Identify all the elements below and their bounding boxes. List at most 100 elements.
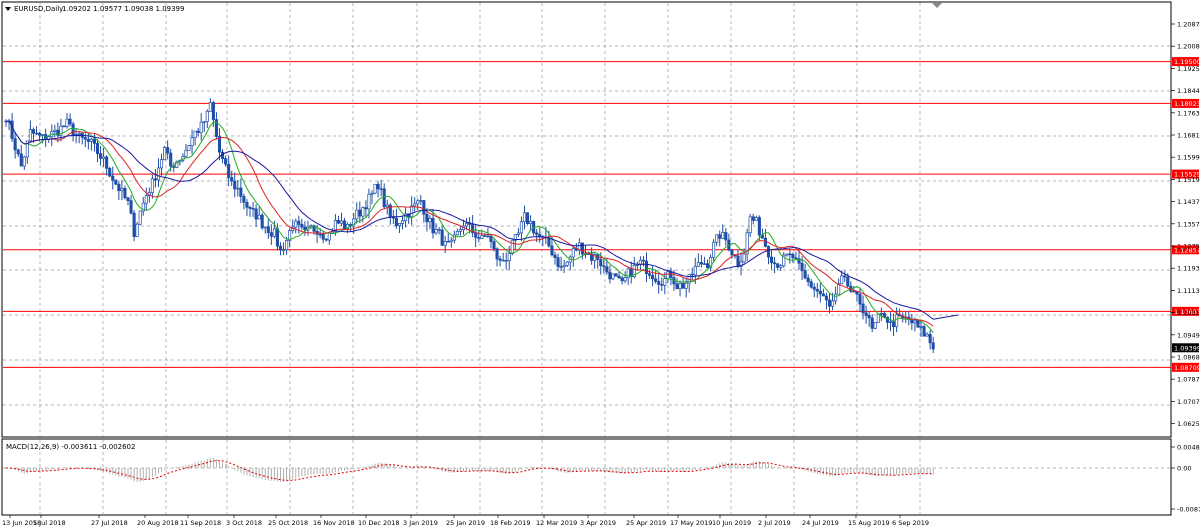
time-tick-label: 3 Jan 2019: [403, 519, 438, 527]
candle-body: [373, 183, 377, 194]
candle-body: [794, 257, 798, 260]
price-tick-label: 1.07070: [1177, 398, 1200, 406]
candle-body: [559, 266, 563, 268]
candle-body: [525, 212, 530, 225]
candle-body: [748, 216, 752, 234]
candle-body: [821, 293, 825, 297]
time-tick-label: 25 Apr 2019: [626, 519, 666, 527]
candle-body: [785, 253, 789, 256]
candle-body: [550, 245, 554, 256]
price-tick-label: 1.11930: [1177, 265, 1200, 273]
price-tick-label: 1.07870: [1177, 376, 1200, 384]
candle-body: [824, 295, 829, 301]
time-tick-label: 3 Oct 2018: [226, 519, 262, 527]
candle-body: [163, 147, 167, 161]
time-tick-label: 10 Jun 2019: [712, 519, 751, 527]
candle-body: [608, 271, 612, 280]
candle-body: [242, 196, 246, 203]
candle-body: [788, 253, 792, 256]
candle-body: [724, 232, 728, 241]
candle-body: [818, 290, 822, 295]
candle-body: [620, 277, 624, 282]
candle-body: [928, 333, 932, 344]
candle-body: [278, 245, 283, 251]
candle-body: [605, 266, 609, 273]
candle-body: [678, 283, 682, 290]
candle-body: [465, 222, 469, 227]
candle-body: [565, 261, 569, 266]
candle-body: [114, 179, 118, 185]
candle-body: [437, 229, 441, 231]
time-tick-label: 2 Jul 2019: [758, 519, 791, 527]
candle-body: [458, 229, 463, 232]
candle-body: [516, 232, 520, 235]
candle-body: [269, 232, 273, 237]
candle-body: [117, 183, 121, 192]
candle-body: [111, 175, 115, 181]
price-tick-label: 1.13570: [1177, 220, 1200, 228]
candle-body: [22, 156, 26, 167]
candle-body: [285, 240, 289, 251]
candle-body: [385, 204, 389, 208]
price-tick-label: 1.12750: [1177, 243, 1200, 251]
candle-body: [364, 207, 368, 210]
candle-body: [129, 200, 133, 214]
candle-body: [660, 284, 664, 286]
candle-body: [330, 231, 334, 234]
candle-body: [773, 262, 777, 265]
macd-tick-label: -0.00873: [1177, 506, 1200, 514]
candle-body: [89, 138, 93, 142]
candle-body: [443, 241, 447, 246]
candle-body: [358, 209, 362, 217]
candle-body: [135, 223, 139, 237]
candle-body: [553, 254, 557, 259]
candle-body: [65, 118, 69, 127]
candle-body: [108, 167, 112, 177]
candle-body: [895, 314, 899, 328]
candle-body: [105, 156, 109, 169]
candle-body: [614, 273, 618, 277]
candle-body: [766, 246, 771, 258]
candle-body: [324, 238, 328, 241]
candle-body: [28, 129, 32, 142]
time-tick-label: 27 Jul 2018: [91, 519, 128, 527]
candle-body: [876, 313, 880, 323]
candle-body: [339, 220, 344, 224]
candle-body: [254, 208, 258, 220]
candle-body: [519, 221, 524, 234]
candle-body: [483, 235, 487, 237]
ohlc-values: 1.09202 1.09577 1.09038 1.09399: [62, 5, 184, 13]
candle-body: [580, 242, 585, 255]
candle-body: [477, 237, 481, 239]
candle-body: [693, 266, 697, 276]
price-tick-label: 1.11130: [1177, 287, 1200, 295]
candle-body: [763, 237, 768, 247]
candle-body: [123, 188, 127, 198]
candle-body: [931, 342, 935, 350]
price-tick-label: 1.17630: [1177, 109, 1200, 117]
candle-body: [641, 259, 646, 262]
candle-body: [257, 214, 261, 220]
candle-body: [510, 239, 514, 254]
candle-body: [297, 220, 301, 225]
price-tick-label: 1.06250: [1177, 420, 1200, 428]
price-tick-label: 1.14370: [1177, 198, 1200, 206]
candle-body: [355, 209, 359, 220]
candle-body: [263, 226, 267, 229]
candle-body: [208, 102, 212, 112]
macd-tick-label: 0.004824: [1177, 444, 1200, 452]
price-tick-label: 1.18440: [1177, 87, 1200, 95]
candle-body: [321, 234, 325, 240]
candle-body: [757, 217, 761, 236]
candle-body: [647, 273, 652, 276]
candle-body: [495, 248, 499, 260]
candle-body: [617, 275, 621, 279]
price-panel-frame: [1, 1, 1172, 438]
candle-body: [452, 234, 456, 241]
chart-window[interactable]: 1.195001.180231.155291.128571.106851.087…: [0, 0, 1200, 531]
candle-body: [446, 241, 450, 243]
candle-body: [666, 271, 670, 279]
candle-body: [547, 237, 551, 247]
candle-body: [913, 320, 917, 324]
candle-body: [428, 217, 432, 223]
